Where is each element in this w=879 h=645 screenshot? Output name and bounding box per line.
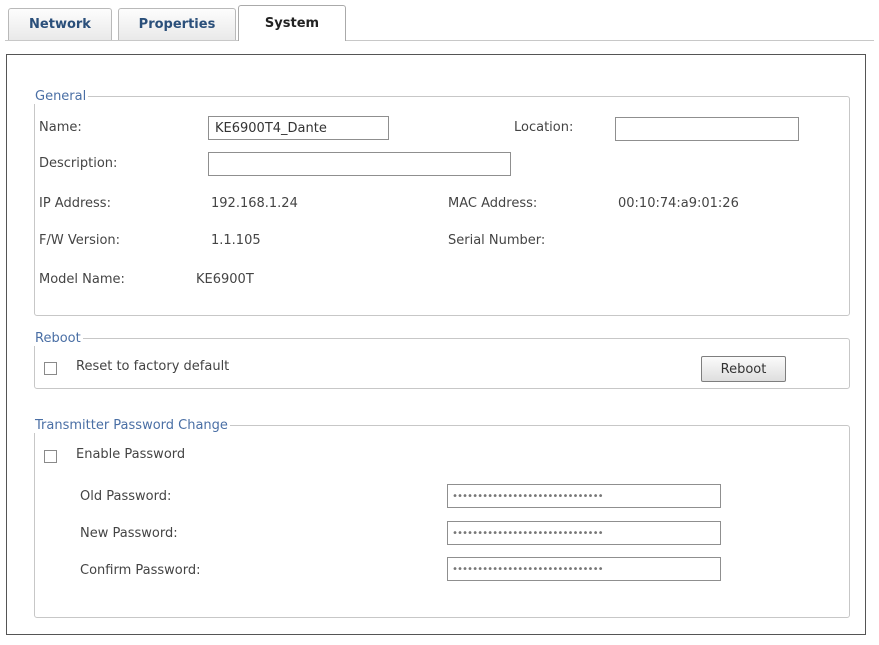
mac-address-label: MAC Address:	[448, 196, 538, 211]
reset-factory-label: Reset to factory default	[76, 359, 230, 374]
reboot-button[interactable]: Reboot	[701, 356, 786, 382]
serial-number-label: Serial Number:	[448, 233, 546, 248]
location-input[interactable]	[615, 117, 799, 141]
ip-address-label: IP Address:	[39, 196, 111, 211]
tab-properties[interactable]: Properties	[118, 8, 236, 40]
enable-password-label: Enable Password	[76, 447, 186, 462]
ip-address-value: 192.168.1.24	[211, 196, 298, 211]
reboot-legend: Reboot	[35, 331, 81, 346]
system-panel: General Name: Location: Description: IP …	[6, 54, 866, 635]
location-label: Location:	[514, 120, 574, 135]
old-password-input[interactable]	[447, 484, 721, 508]
description-label: Description:	[39, 156, 118, 171]
fw-version-label: F/W Version:	[39, 233, 121, 248]
mac-address-value: 00:10:74:a9:01:26	[618, 196, 739, 211]
tab-properties-label: Properties	[138, 17, 216, 32]
tab-network[interactable]: Network	[8, 8, 112, 40]
tab-system[interactable]: System	[238, 5, 346, 41]
name-label: Name:	[39, 120, 82, 135]
tab-bar-divider	[5, 40, 874, 41]
tab-network-label: Network	[29, 17, 91, 32]
old-password-label: Old Password:	[80, 489, 172, 504]
confirm-password-label: Confirm Password:	[80, 563, 201, 578]
reset-factory-checkbox[interactable]	[44, 362, 57, 375]
name-input[interactable]	[208, 116, 389, 140]
new-password-label: New Password:	[80, 526, 178, 541]
description-input[interactable]	[208, 152, 511, 176]
model-name-value: KE6900T	[196, 272, 254, 287]
reboot-button-label: Reboot	[720, 361, 767, 377]
new-password-input[interactable]	[447, 521, 721, 545]
model-name-label: Model Name:	[39, 272, 125, 287]
enable-password-checkbox[interactable]	[44, 450, 57, 463]
tab-system-label: System	[264, 16, 320, 31]
general-legend: General	[35, 89, 87, 104]
fw-version-value: 1.1.105	[211, 233, 261, 248]
tab-bar: Network Properties System	[0, 0, 879, 42]
password-legend: Transmitter Password Change	[35, 418, 228, 433]
confirm-password-input[interactable]	[447, 557, 721, 581]
